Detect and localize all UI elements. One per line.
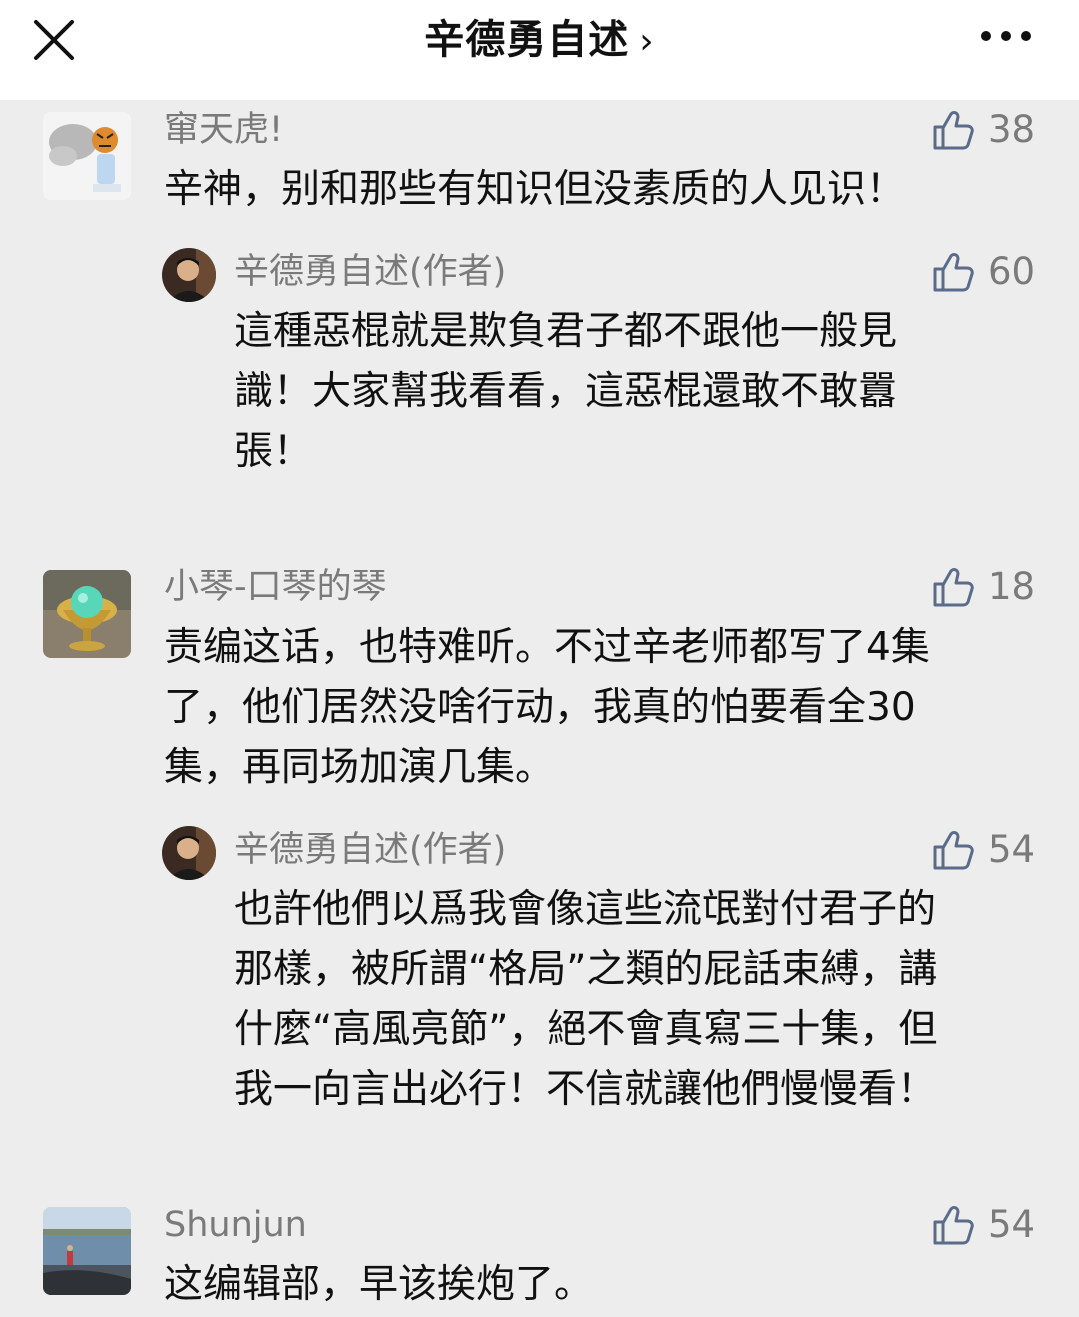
comment-text-line: 责编这话，也特难听。不过辛老师都写了4集: [164, 625, 930, 670]
page-title-wrap: 辛德勇自述 ›: [0, 10, 1079, 70]
reply-text-line: 也許他們以爲我會像這些流氓對付君子的: [234, 887, 937, 932]
page-title[interactable]: 辛德勇自述 ›: [424, 10, 654, 72]
comment-author-name[interactable]: 小琴-口琴的琴: [164, 565, 387, 609]
author-avatar[interactable]: [162, 826, 216, 880]
avatar[interactable]: [43, 1207, 131, 1295]
comment-text: 辛神，别和那些有知识但没素质的人见识！: [164, 167, 906, 212]
thumbs-up-icon: [933, 568, 974, 607]
comment-text: 这编辑部，早该挨炮了。: [164, 1262, 594, 1307]
like-button[interactable]: 38: [932, 108, 1035, 152]
like-button[interactable]: 54: [932, 1203, 1035, 1247]
thumbs-up-icon: [933, 1206, 974, 1245]
avatar[interactable]: [43, 112, 131, 200]
like-count: 38: [988, 108, 1036, 151]
reply-text-line: 識！大家幫我看看，這惡棍還敢不敢囂: [234, 369, 898, 414]
comment-author-name[interactable]: Shunjun: [164, 1203, 307, 1247]
comment-author-name[interactable]: 窜天虎!: [164, 108, 283, 152]
like-count: 54: [988, 828, 1036, 871]
like-button[interactable]: 54: [932, 828, 1035, 872]
like-count: 18: [988, 565, 1036, 608]
comment-text-line: 集，再同场加演几集。: [164, 745, 555, 790]
reply-text-line: 張！: [234, 429, 313, 474]
chevron-right-icon: ›: [639, 21, 655, 62]
reply-author-name[interactable]: 辛德勇自述(作者): [234, 250, 506, 294]
like-button[interactable]: 60: [932, 250, 1035, 294]
reply-text-line: 那樣，被所謂“格局”之類的屁話束縛，講: [234, 947, 938, 992]
reply-author-name[interactable]: 辛德勇自述(作者): [234, 828, 506, 872]
reply-text: 也許他們以爲我會像這些流氓對付君子的 那樣，被所謂“格局”之類的屁話束縛，講 什…: [234, 880, 937, 1120]
like-button[interactable]: 18: [932, 565, 1035, 609]
reply-text-line: 我一向言出必行！不信就讓他們慢慢看！: [234, 1067, 937, 1112]
comment-text-line: 了，他们居然没啥行动，我真的怕要看全30: [164, 685, 916, 730]
page-title-text: 辛德勇自述: [424, 17, 630, 63]
reply-text-line: 什麼“高風亮節”，絕不會真寫三十集，但: [234, 1007, 938, 1052]
more-options-icon[interactable]: [976, 22, 1036, 50]
like-count: 60: [988, 250, 1036, 293]
avatar[interactable]: [43, 570, 131, 658]
reply-text-line: 這種惡棍就是欺負君子都不跟他一般見: [234, 309, 898, 354]
top-bar: 辛德勇自述 ›: [0, 0, 1079, 100]
comment-text: 责编这话，也特难听。不过辛老师都写了4集 了，他们居然没啥行动，我真的怕要看全3…: [164, 618, 930, 798]
author-avatar[interactable]: [162, 248, 216, 302]
thumbs-up-icon: [933, 831, 974, 870]
thumbs-up-icon: [933, 111, 974, 150]
like-count: 54: [988, 1203, 1036, 1246]
reply-text: 這種惡棍就是欺負君子都不跟他一般見 識！大家幫我看看，這惡棍還敢不敢囂 張！: [234, 302, 897, 482]
thumbs-up-icon: [933, 253, 974, 292]
